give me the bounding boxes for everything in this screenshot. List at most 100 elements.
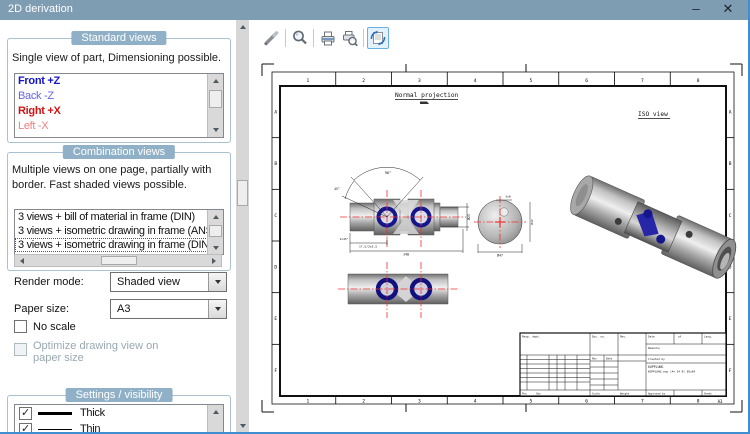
update-drawing-button[interactable] bbox=[367, 27, 389, 49]
printer-icon bbox=[321, 31, 335, 46]
standard-view-item[interactable]: Left -X bbox=[15, 119, 208, 134]
scroll-up-icon[interactable] bbox=[236, 20, 249, 33]
scrollbar-thumb[interactable] bbox=[101, 256, 137, 265]
minimize-button[interactable]: – bbox=[684, 1, 708, 16]
settings-item-label: Thin bbox=[80, 423, 101, 434]
combination-views-vscrollbar[interactable] bbox=[207, 210, 223, 254]
scroll-down-icon[interactable] bbox=[236, 419, 249, 432]
combination-views-hscrollbar[interactable] bbox=[14, 254, 222, 267]
tb-title2: KUPPLUNG.exp (A= 34 B) 85x84 bbox=[648, 370, 695, 374]
paper-size-value: A3 bbox=[117, 303, 131, 315]
dim-chamfer: 1x45° bbox=[339, 237, 348, 241]
scroll-right-icon[interactable] bbox=[207, 255, 221, 266]
svg-text:3: 3 bbox=[418, 398, 421, 404]
tb-approved: Approved by bbox=[648, 391, 666, 395]
title-block: Resp. dept. Doc. no. Rev. Date of Lang. … bbox=[519, 332, 727, 397]
scroll-up-icon[interactable] bbox=[208, 74, 223, 88]
top-view bbox=[338, 262, 458, 318]
toolbar-separator bbox=[285, 29, 286, 47]
dim-length: 140 bbox=[403, 253, 409, 257]
print-button[interactable] bbox=[317, 27, 339, 49]
scrollbar-thumb[interactable] bbox=[209, 225, 222, 237]
scroll-down-icon[interactable] bbox=[208, 241, 223, 254]
visibility-checkbox[interactable]: ✓ bbox=[19, 422, 32, 432]
svg-text:1: 1 bbox=[306, 78, 309, 84]
standard-view-item[interactable]: Back -Z bbox=[15, 89, 208, 104]
svg-text:2: 2 bbox=[362, 398, 365, 404]
paper-size-label: Paper size: bbox=[14, 303, 70, 315]
tb-created: Created by bbox=[648, 357, 665, 361]
sheet-format-label: A3 bbox=[718, 399, 723, 404]
svg-text:8: 8 bbox=[697, 398, 700, 404]
tb-pos: Pos bbox=[522, 391, 527, 395]
dim-angle-top: 90° bbox=[385, 171, 392, 175]
scrollbar-thumb[interactable] bbox=[209, 90, 222, 108]
settings-scrollbar[interactable] bbox=[207, 405, 223, 432]
tb-date: Date bbox=[648, 335, 655, 339]
scroll-up-icon[interactable] bbox=[208, 405, 223, 419]
title-bar[interactable]: 2D derivation – ✕ bbox=[0, 0, 748, 20]
standard-view-item[interactable]: Right +X bbox=[15, 104, 208, 119]
no-scale-checkbox[interactable] bbox=[14, 320, 27, 333]
standard-views-list[interactable]: Front +Z Back -Z Right +X Left -X bbox=[14, 73, 224, 138]
scroll-up-icon[interactable] bbox=[208, 210, 223, 224]
window-title: 2D derivation bbox=[8, 3, 73, 15]
combination-view-item[interactable]: 3 views + isometric drawing in frame (DI… bbox=[15, 238, 208, 252]
group-combination-views-title: Combination views bbox=[62, 145, 176, 159]
tb-resp: Resp. dept. bbox=[522, 335, 541, 339]
svg-text:4: 4 bbox=[474, 398, 477, 404]
svg-text:6: 6 bbox=[585, 398, 588, 404]
svg-text:3: 3 bbox=[418, 78, 421, 84]
left-panel-scrollbar[interactable] bbox=[236, 20, 249, 432]
print-preview-button[interactable] bbox=[339, 27, 361, 49]
settings-item[interactable]: ✓ Thick bbox=[15, 405, 208, 421]
chevron-down-icon[interactable] bbox=[208, 273, 226, 291]
combination-view-item[interactable]: 3 views + bill of material in frame (DIN… bbox=[15, 210, 208, 224]
scroll-down-icon[interactable] bbox=[208, 123, 223, 137]
settings-item[interactable]: ✓ Thin bbox=[15, 421, 208, 434]
svg-text:2: 2 bbox=[362, 78, 365, 84]
zoom-tool-button[interactable] bbox=[289, 27, 311, 49]
svg-text:B: B bbox=[274, 161, 277, 167]
settings-list[interactable]: ✓ Thick ✓ Thin bbox=[14, 404, 224, 434]
svg-text:7: 7 bbox=[641, 78, 644, 84]
pen-icon bbox=[264, 31, 279, 46]
projection-symbol-icon bbox=[420, 101, 429, 104]
dim-slot: 17,5/2x5,5 bbox=[359, 245, 377, 249]
render-mode-dropdown[interactable]: Shaded view bbox=[110, 272, 227, 292]
standard-view-item[interactable]: Front +Z bbox=[15, 74, 208, 89]
svg-text:1: 1 bbox=[306, 398, 309, 404]
svg-text:B: B bbox=[729, 161, 732, 167]
side-view: 3x8 Ø32 Ø47 bbox=[474, 195, 534, 258]
visibility-checkbox[interactable]: ✓ bbox=[19, 406, 32, 420]
tb-title1: KUPPLUNG bbox=[648, 365, 663, 369]
scroll-left-icon[interactable] bbox=[15, 255, 29, 266]
svg-text:D: D bbox=[274, 264, 277, 270]
group-standard-views-title: Standard views bbox=[71, 31, 167, 45]
tb-lang: Lang. bbox=[704, 335, 713, 339]
paper-size-dropdown[interactable]: A3 bbox=[110, 299, 227, 319]
svg-text:7: 7 bbox=[641, 398, 644, 404]
optimize-checkbox bbox=[14, 343, 27, 356]
close-button[interactable]: ✕ bbox=[716, 1, 740, 17]
iso-view-label: ISO view bbox=[638, 111, 668, 118]
combination-views-list[interactable]: 3 views + bill of material in frame (DIN… bbox=[14, 209, 224, 255]
dim-circle-dia: Ø47 bbox=[497, 253, 503, 258]
tb-date-col: Date bbox=[606, 356, 613, 360]
line-style-sample bbox=[38, 411, 72, 415]
standard-views-description: Single view of part, Dimensioning possib… bbox=[12, 52, 222, 64]
chevron-down-icon[interactable] bbox=[208, 300, 226, 318]
standard-views-scrollbar[interactable] bbox=[207, 74, 223, 137]
svg-text:8: 8 bbox=[697, 78, 700, 84]
dim-side: Ø32 bbox=[529, 219, 534, 225]
svg-text:E: E bbox=[729, 316, 732, 322]
svg-text:E: E bbox=[274, 316, 277, 322]
pen-tool-button[interactable] bbox=[260, 27, 282, 49]
svg-text:C: C bbox=[729, 213, 732, 219]
dialog-2d-derivation: 2D derivation – ✕ Standard views Single … bbox=[0, 0, 750, 434]
iso-view-3d bbox=[570, 175, 737, 279]
tb-of: of bbox=[678, 335, 682, 339]
scrollbar-thumb[interactable] bbox=[237, 180, 248, 206]
render-mode-label: Render mode: bbox=[14, 276, 84, 288]
combination-view-item[interactable]: 3 views + isometric drawing in frame (AN… bbox=[15, 224, 208, 238]
